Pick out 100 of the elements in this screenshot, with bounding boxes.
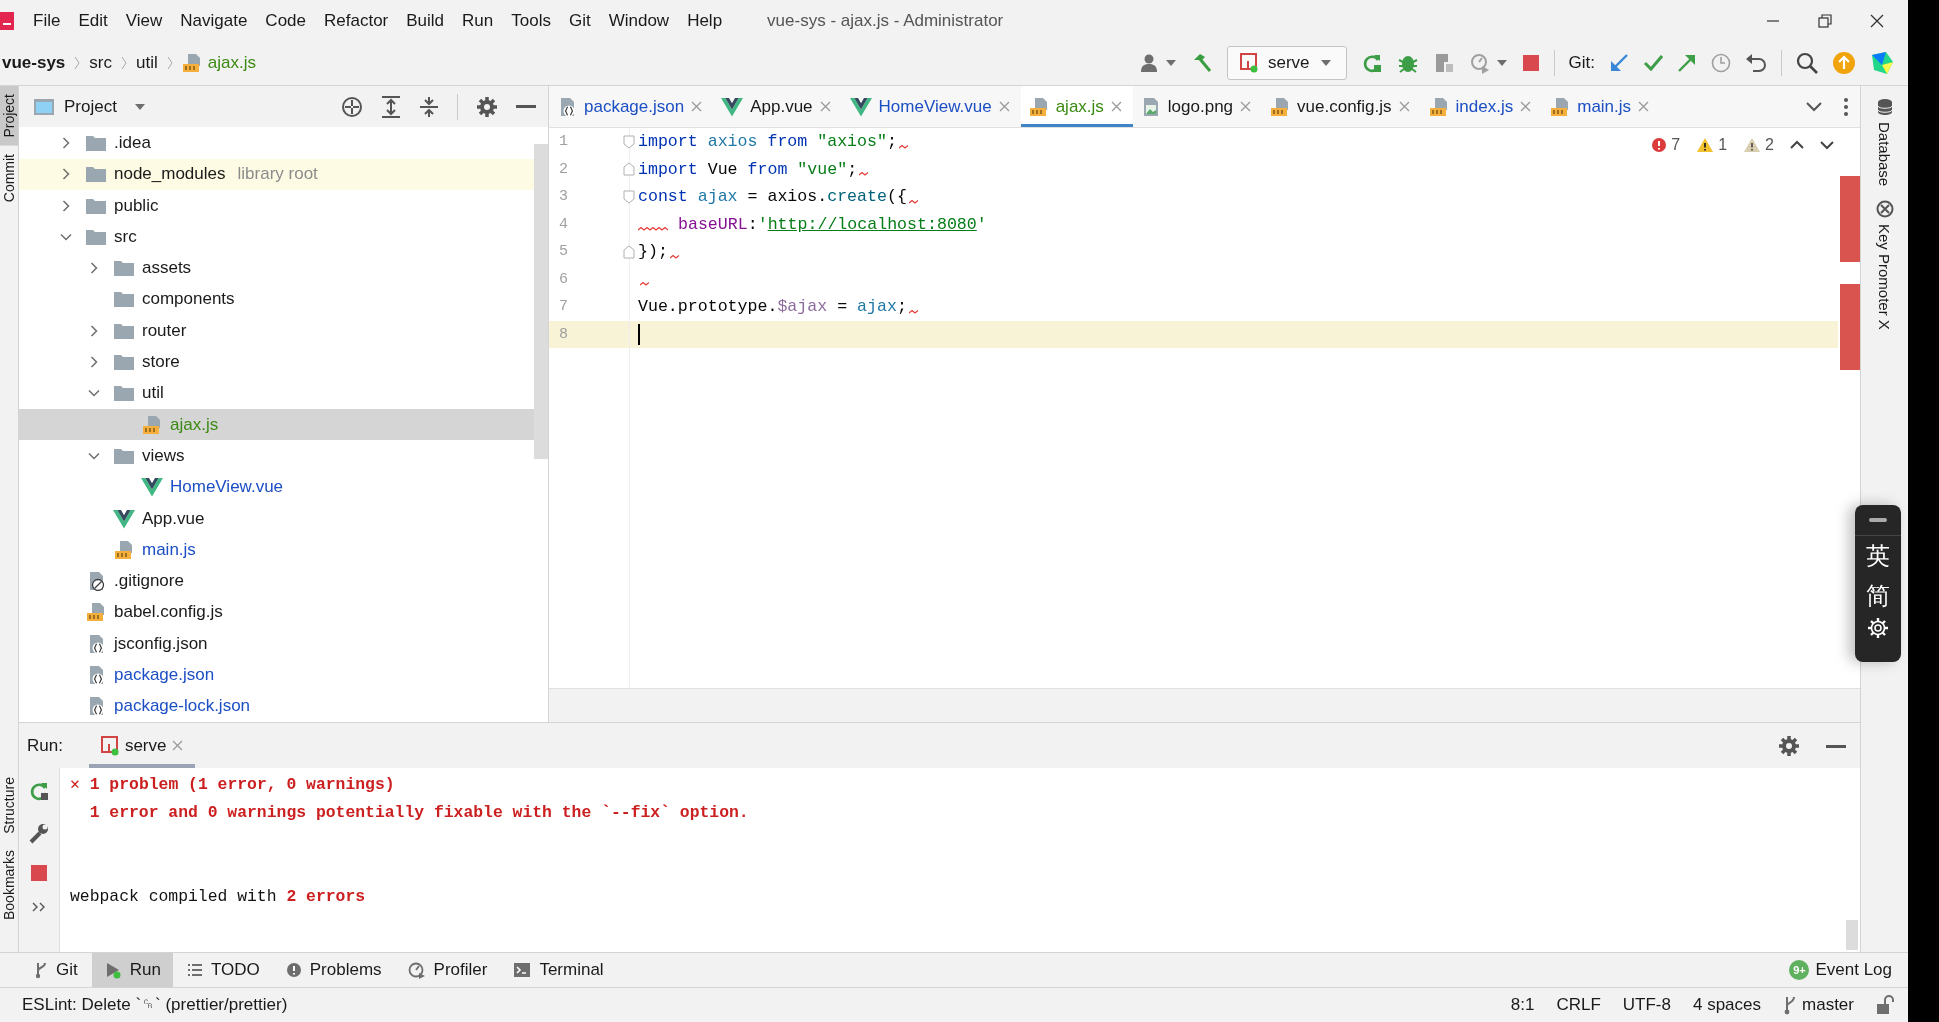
menu-item[interactable]: Tools: [502, 6, 560, 35]
restore-button[interactable]: [1818, 13, 1832, 28]
wrench-icon[interactable]: [28, 822, 50, 844]
tool-window-button[interactable]: TODO: [174, 953, 272, 987]
branch-widget[interactable]: master: [1783, 995, 1854, 1015]
expand-all-icon[interactable]: [381, 95, 401, 118]
run-config-dropdown[interactable]: serve: [1226, 46, 1347, 80]
tree-item[interactable]: assets: [19, 252, 534, 284]
menu-item[interactable]: View: [116, 6, 172, 35]
tool-window-button[interactable]: Run: [91, 953, 173, 987]
menu-item[interactable]: Run: [453, 6, 503, 35]
locate-icon[interactable]: [341, 95, 363, 118]
input-mode-button[interactable]: 英: [1866, 536, 1890, 576]
next-icon[interactable]: [1820, 140, 1834, 150]
tool-window-button[interactable]: Git: [22, 953, 90, 987]
editor-tab[interactable]: package.json: [549, 86, 714, 127]
close-icon[interactable]: [1520, 101, 1532, 112]
event-log-button[interactable]: 9+ Event Log: [1789, 960, 1892, 980]
settings-icon[interactable]: [1778, 734, 1800, 757]
tree-item[interactable]: .gitignore: [19, 565, 534, 597]
editor-tab[interactable]: index.js: [1420, 86, 1543, 127]
profile-dropdown[interactable]: [1468, 52, 1508, 74]
breadcrumb[interactable]: ajax.js: [181, 53, 256, 73]
tree-item[interactable]: views: [19, 440, 534, 472]
editor-tab[interactable]: App.vue: [713, 86, 842, 127]
inspection-counter[interactable]: 2: [1743, 136, 1774, 154]
inspection-counter[interactable]: 1: [1696, 136, 1728, 154]
close-icon[interactable]: [1240, 101, 1252, 112]
history-icon[interactable]: [1711, 53, 1731, 73]
push-arrow-icon[interactable]: [1677, 53, 1697, 73]
settings-icon[interactable]: [476, 95, 498, 118]
tree-item[interactable]: HomeView.vue: [19, 471, 534, 503]
tool-window-tab[interactable]: Project: [0, 86, 18, 146]
input-mode-button[interactable]: 简: [1866, 576, 1890, 616]
tree-item[interactable]: util: [19, 377, 534, 410]
tool-window-tab[interactable]: Structure: [0, 769, 18, 842]
drag-handle[interactable]: [1869, 518, 1887, 522]
close-icon[interactable]: [691, 101, 703, 112]
tree-item[interactable]: babel.config.js: [19, 596, 534, 629]
tool-window-tab[interactable]: Database: [1875, 98, 1894, 187]
tree-item[interactable]: package.json: [19, 659, 534, 691]
stop-icon[interactable]: [30, 864, 48, 882]
editor-tab[interactable]: logo.png: [1132, 86, 1263, 127]
minimize-icon[interactable]: [516, 104, 536, 109]
tool-window-tab[interactable]: Bookmarks: [0, 841, 18, 928]
menu-item[interactable]: Build: [397, 6, 454, 35]
tree-item[interactable]: main.js: [19, 534, 534, 566]
status-item[interactable]: CRLF: [1556, 995, 1601, 1015]
status-item[interactable]: 8:1: [1510, 995, 1535, 1015]
tree-item[interactable]: store: [19, 346, 534, 378]
breadcrumb[interactable]: src: [89, 53, 112, 73]
editor-tab[interactable]: HomeView.vue: [841, 86, 1021, 127]
git-update-icon[interactable]: [1609, 53, 1629, 73]
more-icon[interactable]: [1844, 97, 1848, 116]
menu-item[interactable]: Window: [599, 6, 679, 35]
menu-item[interactable]: Code: [256, 6, 315, 35]
chevron-down-icon[interactable]: [1806, 101, 1822, 112]
close-icon[interactable]: [1398, 101, 1410, 112]
user-dropdown[interactable]: [1139, 53, 1177, 73]
tool-window-button[interactable]: Terminal: [501, 953, 616, 987]
tree-item[interactable]: router: [19, 315, 534, 347]
more-tools-icon[interactable]: [32, 902, 46, 912]
search-icon[interactable]: [1796, 52, 1818, 74]
status-item[interactable]: 4 spaces: [1693, 995, 1762, 1015]
menu-item[interactable]: Refactor: [315, 6, 398, 35]
close-icon[interactable]: [172, 740, 184, 751]
breadcrumb[interactable]: util: [136, 53, 158, 73]
close-icon[interactable]: [819, 101, 831, 112]
tree-item[interactable]: public: [19, 189, 534, 222]
menu-item[interactable]: Git: [559, 6, 600, 35]
collapse-all-icon[interactable]: [419, 95, 439, 118]
scrollbar[interactable]: [534, 144, 548, 460]
scrollbar[interactable]: [1846, 920, 1858, 950]
menu-item[interactable]: Help: [678, 6, 732, 35]
status-item[interactable]: UTF-8: [1622, 995, 1671, 1015]
rerun-icon[interactable]: [28, 780, 50, 802]
tool-window-button[interactable]: Problems: [273, 953, 394, 987]
previous-icon[interactable]: [1790, 140, 1804, 150]
close-icon[interactable]: [1638, 101, 1650, 112]
editor-tab[interactable]: main.js: [1542, 86, 1661, 127]
tree-item[interactable]: components: [19, 283, 534, 316]
menu-item[interactable]: Navigate: [171, 6, 257, 35]
tool-window-button[interactable]: Profiler: [395, 953, 500, 987]
tool-window-tab[interactable]: Key Promoter X: [1875, 200, 1894, 331]
breadcrumb[interactable]: vue-sys: [2, 53, 66, 73]
tree-item[interactable]: package-lock.json: [19, 690, 534, 722]
tree-item[interactable]: src: [19, 221, 534, 253]
tree-item[interactable]: .idea: [19, 127, 534, 159]
undo-icon[interactable]: [1745, 53, 1767, 73]
inspection-counter[interactable]: 7: [1651, 136, 1681, 154]
logo-icon[interactable]: [1870, 51, 1894, 75]
tree-item[interactable]: App.vue: [19, 502, 534, 535]
tool-window-tab[interactable]: Commit: [0, 145, 18, 210]
menu-item[interactable]: Edit: [69, 6, 117, 35]
tree-item[interactable]: node_modules library root: [19, 158, 534, 190]
tree-item[interactable]: jsconfig.json: [19, 628, 534, 660]
update-icon[interactable]: [1832, 51, 1856, 75]
stop-icon[interactable]: [1521, 54, 1540, 72]
editor-tab[interactable]: ajax.js: [1020, 86, 1133, 127]
close-icon[interactable]: [998, 101, 1010, 112]
